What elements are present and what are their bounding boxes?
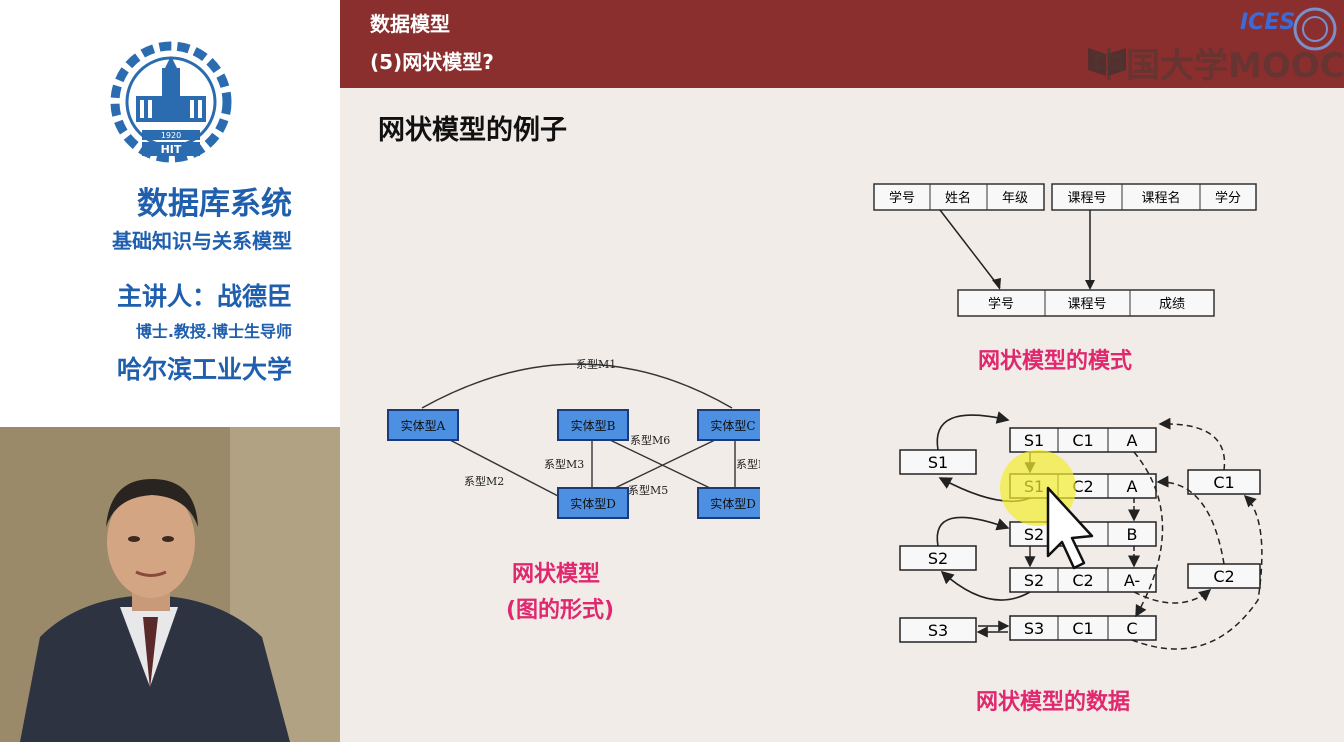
schema-course-field-1: 课程号 xyxy=(1067,191,1106,206)
course-title: 数据库系统 xyxy=(137,186,292,222)
entity-c-label: 实体型C xyxy=(710,418,755,433)
logo-year: 1920 xyxy=(161,131,181,140)
entity-d1: 实体型D xyxy=(557,487,629,519)
edge-m5 xyxy=(609,439,711,489)
university-name: 哈尔滨工业大学 xyxy=(116,355,292,384)
schema-link-field-1: 学号 xyxy=(988,296,1014,312)
student-box-s1: S1 xyxy=(899,449,977,475)
ices-logo: ICES xyxy=(1240,10,1296,35)
slide-title: 网状模型的例子 xyxy=(378,115,567,146)
schema-diagram: 学号 姓名 年级 课程号 课程名 学分 学号 课程号 成绩 xyxy=(873,183,1257,317)
schema-link-field-2: 课程号 xyxy=(1067,297,1106,312)
lecturer-video-frame xyxy=(0,427,340,742)
relation-m1-label: 系型M1 xyxy=(576,357,616,371)
network-data-diagram: S1 S2 S3 C1 C2 S1 C1 A S1 C2 A S2 B S xyxy=(899,411,1263,650)
svg-text:B: B xyxy=(1127,525,1138,544)
relation-m4-label: 系型M4 xyxy=(736,457,760,471)
entity-d2: 实体型D xyxy=(697,487,760,519)
entity-a-label: 实体型A xyxy=(401,418,446,433)
entity-b-label: 实体型B xyxy=(571,418,616,433)
schema-link-field-3: 成绩 xyxy=(1159,297,1185,312)
slide-section-title: 数据模型 xyxy=(370,12,450,36)
lecturer-name: 主讲人：战德臣 xyxy=(116,282,292,311)
entity-c: 实体型C xyxy=(697,409,760,441)
entity-d1-label: 实体型D xyxy=(570,496,616,511)
svg-text:S1: S1 xyxy=(928,453,948,472)
relation-m3-label: 系型M3 xyxy=(544,457,584,471)
network-graph-diagram: 实体型A 实体型B 实体型C 实体型D 实体型D 系型M1 系型M2 系型M3 … xyxy=(387,357,760,519)
svg-text:S2: S2 xyxy=(1024,571,1044,590)
svg-text:C2: C2 xyxy=(1072,571,1093,590)
svg-text:S1: S1 xyxy=(1024,431,1044,450)
course-box-c1: C1 xyxy=(1187,469,1261,495)
svg-text:C2: C2 xyxy=(1213,567,1234,586)
svg-text:S2: S2 xyxy=(928,549,948,568)
svg-text:A: A xyxy=(1127,477,1138,496)
relation-m2-label: 系型M2 xyxy=(464,474,504,488)
schema-course-field-2: 课程名 xyxy=(1141,190,1180,206)
logo-text: HIT xyxy=(161,143,182,156)
relation-m5-label: 系型M5 xyxy=(628,483,668,497)
graph-caption: 网状模型 xyxy=(512,562,601,587)
course-subtitle: 基础知识与关系模型 xyxy=(112,229,292,253)
lecture-slide: 数据模型 (5)网状模型? ICES 中国大学MOOC 网状模型的例子 实体型A… xyxy=(340,0,1344,742)
student-box-s3: S3 xyxy=(899,617,977,643)
data-caption: 网状模型的数据 xyxy=(976,690,1131,715)
edge-m6 xyxy=(614,439,716,489)
entity-b: 实体型B xyxy=(557,409,629,441)
hit-logo-icon: 1920 HIT xyxy=(110,41,232,163)
entity-a: 实体型A xyxy=(387,409,459,441)
graph-caption-sub: (图的形式) xyxy=(506,598,615,623)
lecturer-video xyxy=(0,427,340,742)
schema-student-field-3: 年级 xyxy=(1002,191,1028,206)
svg-text:C: C xyxy=(1126,619,1137,638)
entity-d2-label: 实体型D xyxy=(710,496,756,511)
svg-text:A: A xyxy=(1127,431,1138,450)
schema-student-field-2: 姓名 xyxy=(945,190,971,206)
record-row-1: S1 C1 A xyxy=(1009,427,1157,453)
course-box-c2: C2 xyxy=(1187,563,1261,589)
svg-text:A-: A- xyxy=(1124,571,1140,590)
svg-text:C1: C1 xyxy=(1072,619,1093,638)
schema-course-field-3: 学分 xyxy=(1215,190,1241,206)
svg-text:S3: S3 xyxy=(1024,619,1044,638)
lecturer-titles: 博士.教授.博士生导师 xyxy=(135,322,292,341)
schema-student-field-1: 学号 xyxy=(889,190,915,206)
slide-section-subtitle: (5)网状模型? xyxy=(370,50,494,74)
svg-text:S2: S2 xyxy=(1024,525,1044,544)
relation-m6-label: 系型M6 xyxy=(630,433,670,447)
svg-text:C1: C1 xyxy=(1072,431,1093,450)
student-box-s2: S2 xyxy=(899,545,977,571)
svg-text:C1: C1 xyxy=(1213,473,1234,492)
svg-text:S3: S3 xyxy=(928,621,948,640)
record-row-5: S3 C1 C xyxy=(1009,615,1157,641)
schema-caption: 网状模型的模式 xyxy=(978,349,1133,374)
record-row-4: S2 C2 A- xyxy=(1009,567,1157,593)
mooc-logo: 中国大学MOOC xyxy=(1092,46,1344,86)
